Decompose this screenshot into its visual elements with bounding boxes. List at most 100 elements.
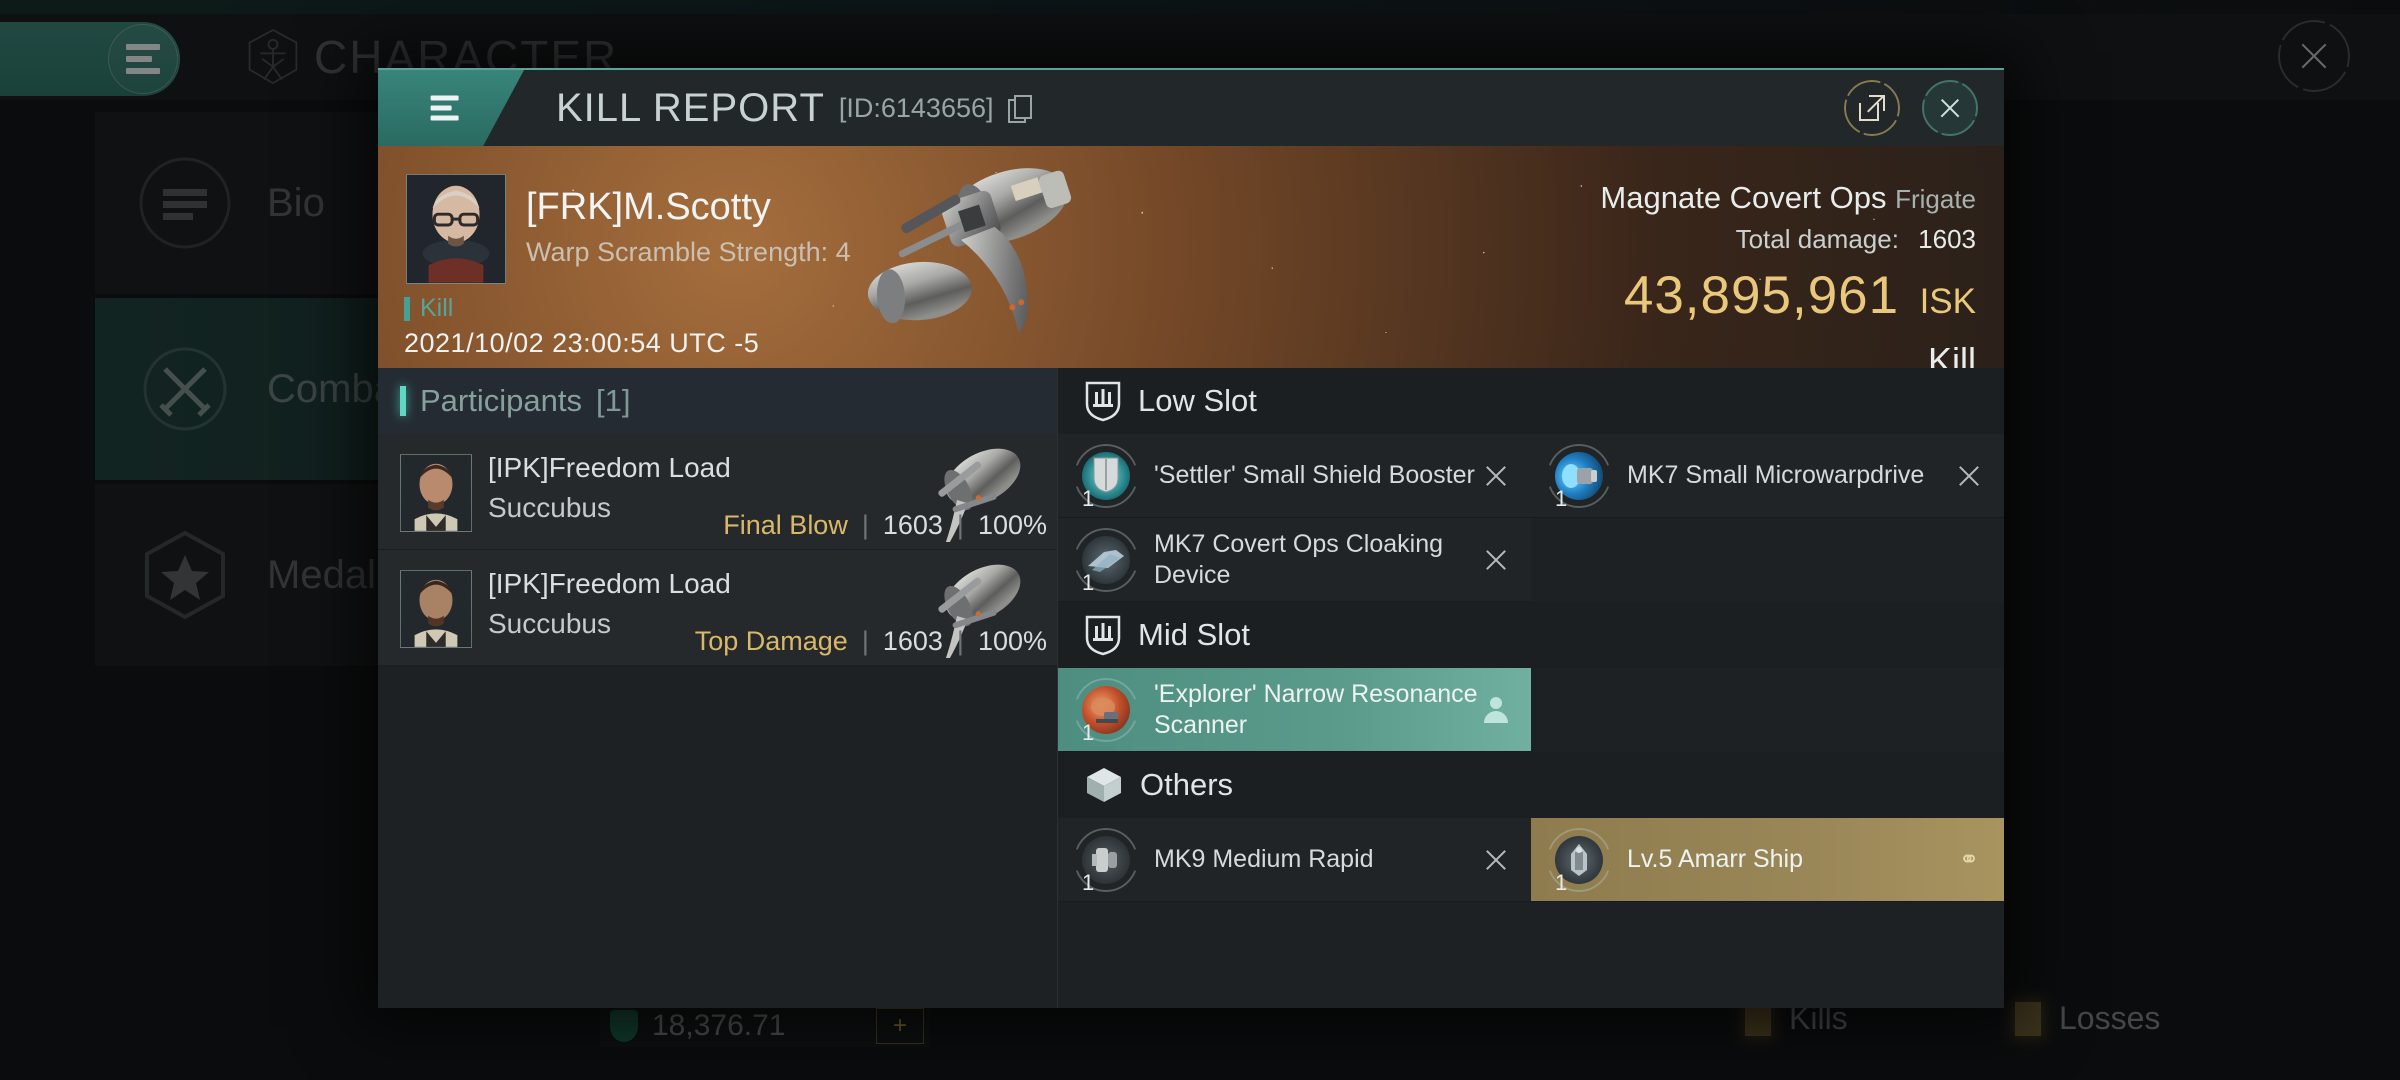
- isk-currency: ISK: [1919, 282, 1976, 321]
- share-external-icon: [1859, 95, 1885, 121]
- low-slot-items: 1 'Settler' Small Shield Booster 1 MK7 C…: [1058, 434, 2004, 602]
- losses-marker-icon: [2015, 1001, 2041, 1036]
- kill-hero-banner: [FRK]M.Scotty Warp Scramble Strength: 4 …: [378, 146, 2004, 368]
- dialog-title-group: KILL REPORT [ID:6143656]: [556, 70, 1032, 146]
- module-icon: 1: [1074, 827, 1138, 895]
- close-icon[interactable]: [1483, 547, 1509, 573]
- participant-name: [IPK]Freedom Load: [488, 568, 731, 599]
- total-damage-label: Total damage:: [1735, 224, 1899, 254]
- victim-subtitle: Warp Scramble Strength: 4: [526, 237, 851, 267]
- background-tab-losses[interactable]: Losses: [2015, 1000, 2160, 1037]
- star-hexagon-icon: [137, 527, 233, 623]
- participant-ship: Succubus: [488, 492, 611, 523]
- list-item[interactable]: 1 MK9 Medium Rapid: [1058, 818, 1531, 902]
- participants-header: Participants [1]: [378, 368, 1057, 434]
- victim-info: [FRK]M.Scotty Warp Scramble Strength: 4: [526, 186, 851, 268]
- list-item[interactable]: 1 'Settler' Small Shield Booster: [1058, 434, 1531, 518]
- background-top-strip: [0, 0, 2400, 14]
- crossed-swords-icon: [137, 341, 233, 437]
- shield-coin-icon: [610, 1010, 638, 1042]
- isk-value: 43,895,961: [1623, 266, 1900, 325]
- module-qty: 1: [1082, 719, 1095, 745]
- share-button[interactable]: [1844, 80, 1900, 136]
- kill-report-dialog: KILL REPORT [ID:6143656] [FRK]M.Scotty W…: [378, 68, 2004, 1008]
- section-header-low-slot: Low Slot: [1058, 368, 2004, 434]
- close-icon: [2278, 20, 2350, 92]
- background-menu-button[interactable]: [0, 22, 180, 96]
- module-name: 'Settler' Small Shield Booster: [1154, 461, 1475, 490]
- dialog-menu-button[interactable]: [378, 70, 524, 146]
- wrecked-ship-render: [818, 154, 1148, 364]
- module-name: 'Explorer' Narrow Resonance Scanner: [1154, 680, 1478, 739]
- participant-tag: Top Damage: [694, 626, 848, 656]
- result-tag: Kill: [404, 294, 453, 323]
- module-qty: 1: [1082, 485, 1095, 511]
- section-accent-bar: [400, 386, 406, 416]
- section-header-mid-slot: Mid Slot: [1058, 602, 2004, 668]
- dialog-title: KILL REPORT: [556, 85, 825, 130]
- participant-stats: Top Damage | 1603 | 100%: [695, 626, 1047, 657]
- close-icon[interactable]: [1956, 463, 1982, 489]
- module-name: MK9 Medium Rapid: [1154, 845, 1374, 874]
- module-icon: 1: [1074, 443, 1138, 511]
- table-row[interactable]: [IPK]Freedom Load Succubus: [378, 550, 1057, 680]
- module-qty: 1: [1555, 485, 1568, 511]
- victim-name: [FRK]M.Scotty: [526, 186, 771, 228]
- background-tab-losses-label: Losses: [2059, 1000, 2161, 1036]
- background-currency-bar: 18,376.71 +: [600, 1005, 930, 1047]
- section-title: Mid Slot: [1138, 617, 1250, 652]
- total-damage-value: 1603: [1918, 224, 1976, 254]
- section-header-others: Others: [1058, 752, 2004, 818]
- participant-stats: Final Blow | 1603 | 100%: [723, 510, 1047, 541]
- table-row[interactable]: [IPK]Freedom Load Succubus: [378, 434, 1057, 564]
- wrench-icon[interactable]: ⚭: [1956, 846, 1982, 873]
- person-icon[interactable]: [1483, 696, 1509, 723]
- copy-icon[interactable]: [1007, 95, 1032, 123]
- module-name: MK7 Covert Ops Cloaking Device: [1154, 530, 1444, 589]
- list-item-empty: [1531, 668, 2004, 752]
- module-qty: 1: [1082, 869, 1095, 895]
- background-close-button[interactable]: [2278, 20, 2350, 92]
- hamburger-icon: [430, 95, 465, 121]
- close-icon[interactable]: [1483, 463, 1509, 489]
- close-icon[interactable]: [1483, 847, 1509, 873]
- vitruvian-man-icon: [248, 28, 298, 85]
- dialog-close-button[interactable]: [1922, 80, 1978, 136]
- fitting-panel: Low Slot 1 'Settler' Small Shield Booste…: [1058, 368, 2004, 1008]
- stat-divider: |: [861, 626, 869, 656]
- module-icon: 1: [1547, 827, 1611, 895]
- close-icon: [1922, 80, 1978, 136]
- list-lines-icon: [137, 155, 233, 251]
- list-item-highlighted[interactable]: 1 Lv.5 Amarr Ship ⚭: [1531, 818, 2004, 902]
- list-item[interactable]: 1 MK7 Small Microwarpdrive: [1531, 434, 2004, 518]
- list-item-empty: [1531, 518, 2004, 602]
- mid-slot-items: 1 'Explorer' Narrow Resonance Scanner: [1058, 668, 2004, 752]
- sidebar-item-medal-label: Medal: [267, 552, 376, 597]
- module-name: MK7 Small Microwarpdrive: [1627, 461, 1925, 490]
- currency-value: 18,376.71: [652, 1009, 786, 1042]
- kill-result: Kill: [1927, 340, 1976, 368]
- module-name: Lv.5 Amarr Ship: [1627, 845, 1804, 874]
- participant-damage: 1603: [882, 626, 943, 656]
- dialog-actions: [1844, 80, 1978, 136]
- stat-divider: |: [956, 626, 964, 656]
- shield-slot-icon: [1085, 381, 1121, 422]
- dialog-body: Participants [1] [IPK]Freedom Load Succu…: [378, 368, 2004, 1008]
- participant-ship: Succubus: [488, 608, 611, 639]
- participants-panel: Participants [1] [IPK]Freedom Load Succu…: [378, 368, 1058, 1008]
- list-item[interactable]: 1 MK7 Covert Ops Cloaking Device: [1058, 518, 1531, 602]
- list-item-selected[interactable]: 1 'Explorer' Narrow Resonance Scanner: [1058, 668, 1531, 752]
- kill-summary: Magnate Covert Ops Frigate Total damage:…: [1600, 180, 1976, 368]
- stat-divider: |: [956, 510, 964, 540]
- module-icon: 1: [1074, 677, 1138, 745]
- avatar: [400, 454, 472, 532]
- result-tag-bar: [404, 296, 410, 321]
- module-icon: 1: [1547, 443, 1611, 511]
- add-currency-button[interactable]: +: [876, 1008, 924, 1044]
- ship-class: Frigate: [1895, 184, 1976, 214]
- cube-icon: [1087, 768, 1121, 802]
- participant-tag: Final Blow: [723, 510, 848, 540]
- section-title: Others: [1140, 767, 1234, 802]
- module-qty: 1: [1082, 569, 1095, 595]
- ship-name: Magnate Covert Ops: [1600, 180, 1887, 215]
